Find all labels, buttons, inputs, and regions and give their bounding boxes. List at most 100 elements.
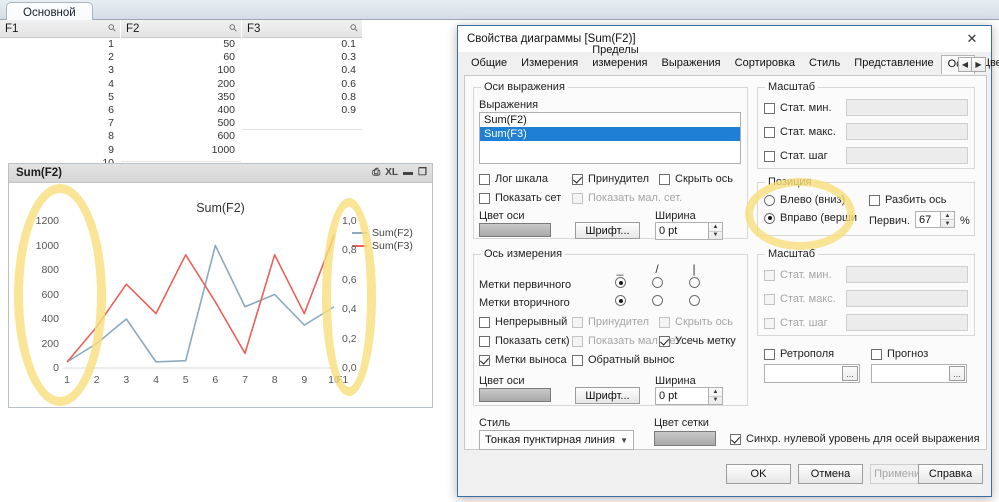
width-expr-input[interactable]: 0 pt <box>655 222 709 240</box>
radio-primary-diagonal[interactable] <box>652 277 663 288</box>
list-item[interactable]: 0.4 <box>242 64 362 77</box>
search-icon[interactable]: ⚲ <box>106 22 119 35</box>
listbox-f1[interactable]: F1 ⚲ 1 2 3 4 5 6 7 8 9 10 <box>0 20 120 169</box>
list-item[interactable]: 200 <box>121 78 241 91</box>
maximize-icon[interactable]: ❐ <box>418 168 427 178</box>
list-item[interactable]: 60 <box>121 51 241 64</box>
axis-color-dim-swatch[interactable] <box>479 388 551 402</box>
radio-secondary-diagonal[interactable] <box>652 295 663 306</box>
tab-sortirovka[interactable]: Сортировка <box>728 54 802 73</box>
font-button-expr[interactable]: Шрифт... <box>575 222 640 239</box>
checkbox-forecast[interactable]: Прогноз <box>871 348 928 360</box>
expression-item-sum-f3[interactable]: Sum(F3) <box>480 127 740 141</box>
tab-stil[interactable]: Стиль <box>802 54 847 73</box>
radio-position-right[interactable]: Вправо (верши <box>764 212 857 224</box>
radio-primary-horizontal[interactable] <box>615 277 626 288</box>
tab-izmereniya[interactable]: Измерения <box>514 54 585 73</box>
checkbox-continuous[interactable]: Непрерывный <box>479 316 567 328</box>
list-item[interactable]: 0.3 <box>242 51 362 64</box>
spinner-down-icon[interactable]: ▼ <box>709 232 722 240</box>
list-item[interactable]: 350 <box>121 91 241 104</box>
list-item[interactable]: 0.6 <box>242 78 362 91</box>
list-item[interactable]: 500 <box>121 117 241 130</box>
retro-fields-browse-button[interactable]: ... <box>842 366 858 381</box>
search-icon[interactable]: ⚲ <box>227 22 240 35</box>
width-dim-input[interactable]: 0 pt <box>655 387 709 405</box>
expressions-listbox[interactable]: Sum(F2) Sum(F3) <box>479 112 741 164</box>
tab-scroll-next-icon[interactable]: ▶ <box>972 57 986 72</box>
radio-position-left[interactable]: Влево (вниз) <box>764 194 845 206</box>
legend-entry[interactable]: Sum(F2) <box>352 226 413 239</box>
list-item[interactable]: 0.1 <box>242 38 362 51</box>
list-item[interactable]: 3 <box>0 64 120 77</box>
list-item[interactable]: 0.9 <box>242 104 362 117</box>
list-item[interactable]: 0.8 <box>242 91 362 104</box>
chart-properties-dialog[interactable]: Свойства диаграммы [Sum(F2)] ✕ Общие Изм… <box>457 25 999 497</box>
width-expr-spinner[interactable]: ▲ ▼ <box>709 222 723 240</box>
list-item[interactable]: 600 <box>121 130 241 143</box>
axis-color-expr-swatch[interactable] <box>479 223 551 237</box>
primary-percent-input[interactable]: 67 <box>915 211 941 228</box>
list-item[interactable]: 100 <box>121 64 241 77</box>
expression-item-sum-f2[interactable]: Sum(F2) <box>480 113 740 127</box>
listbox-f3-body[interactable]: 0.1 0.3 0.4 0.6 0.8 0.9 <box>242 38 362 130</box>
checkbox-forced-expr[interactable]: Принудител <box>572 173 649 185</box>
spinner-up-icon[interactable]: ▲ <box>709 223 722 232</box>
spinner-down-icon[interactable]: ▼ <box>941 220 954 227</box>
static-min-expr-input[interactable] <box>846 99 968 116</box>
tab-vyrazheniya[interactable]: Выражения <box>655 54 728 73</box>
primary-percent-spinner[interactable]: ▲ ▼ <box>941 211 955 228</box>
help-button[interactable]: Справка <box>918 464 983 484</box>
spinner-up-icon[interactable]: ▲ <box>941 212 954 220</box>
checkbox-show-grid-dim[interactable]: Показать сетк) <box>479 335 570 347</box>
radio-secondary-horizontal[interactable] <box>615 295 626 306</box>
font-button-dim[interactable]: Шрифт... <box>575 387 640 404</box>
checkbox-truncate-label[interactable]: Усечь метку <box>659 335 736 347</box>
sheet-tab-main[interactable]: Основной <box>6 2 93 20</box>
list-item[interactable]: 50 <box>121 38 241 51</box>
checkbox-reverse-callout[interactable]: Обратный вынос <box>572 354 675 366</box>
cancel-button[interactable]: Отмена <box>798 464 863 484</box>
print-icon[interactable]: ⎙ <box>372 168 380 178</box>
style-select[interactable]: Тонкая пунктирная линия ▼ <box>479 430 634 450</box>
excel-export-icon[interactable]: XL <box>385 168 398 178</box>
width-dim-spinner[interactable]: ▲ ▼ <box>709 387 723 405</box>
chart-plot-area[interactable]: Sum(F2) Sum(F2) Sum(F3) F1 0 200 400 600 800 1… <box>9 183 432 407</box>
list-item[interactable]: 5 <box>0 91 120 104</box>
static-max-expr-input[interactable] <box>846 123 968 140</box>
radio-primary-vertical[interactable] <box>689 277 700 288</box>
list-item[interactable]: 2 <box>0 51 120 64</box>
listbox-f3[interactable]: F3 ⚲ 0.1 0.3 0.4 0.6 0.8 0.9 <box>242 20 362 162</box>
radio-secondary-vertical[interactable] <box>689 295 700 306</box>
close-icon[interactable]: ✕ <box>959 29 985 49</box>
listbox-f2[interactable]: F2 ⚲ 50 60 100 200 350 400 500 600 1000 <box>121 20 241 162</box>
list-item[interactable]: 9 <box>0 144 120 157</box>
forecast-browse-button[interactable]: ... <box>949 366 965 381</box>
listbox-f2-body[interactable]: 50 60 100 200 350 400 500 600 1000 <box>121 38 241 162</box>
list-item[interactable]: 6 <box>0 104 120 117</box>
listbox-f1-body[interactable]: 1 2 3 4 5 6 7 8 9 10 <box>0 38 120 169</box>
checkbox-split-axis[interactable]: Разбить ось <box>869 194 947 206</box>
tab-scroll-prev-icon[interactable]: ◀ <box>958 57 972 72</box>
checkbox-static-min-expr[interactable]: Стат. мин. <box>764 102 832 114</box>
checkbox-sync-zero-level[interactable]: Синхр. нулевой уровень для осей выражени… <box>730 433 980 445</box>
minimize-icon[interactable]: ▬ <box>403 168 413 178</box>
tab-predstavlenie[interactable]: Представление <box>847 54 940 73</box>
search-icon[interactable]: ⚲ <box>348 22 361 35</box>
checkbox-retro-fields[interactable]: Ретрополя <box>764 348 834 360</box>
list-item[interactable]: 7 <box>0 117 120 130</box>
checkbox-static-step-expr[interactable]: Стат. шаг <box>764 150 828 162</box>
tab-predely[interactable]: Пределы измерения <box>585 41 654 73</box>
checkbox-log-scale[interactable]: Лог шкала <box>479 173 548 185</box>
ok-button[interactable]: OK <box>726 464 791 484</box>
chart-object[interactable]: Sum(F2) ⎙ XL ▬ ❐ Sum(F2) Sum(F2) Sum(F3) … <box>8 163 433 408</box>
spinner-up-icon[interactable]: ▲ <box>709 388 722 397</box>
static-step-expr-input[interactable] <box>846 147 968 164</box>
checkbox-callout-labels[interactable]: Метки выноса <box>479 354 567 366</box>
checkbox-hide-axis-expr[interactable]: Скрыть ось <box>659 173 733 185</box>
checkbox-show-grid-expr[interactable]: Показать сет <box>479 192 561 204</box>
tab-obshie[interactable]: Общие <box>464 54 514 73</box>
list-item[interactable]: 1000 <box>121 144 241 157</box>
grid-color-swatch[interactable] <box>654 431 716 446</box>
spinner-down-icon[interactable]: ▼ <box>709 397 722 405</box>
